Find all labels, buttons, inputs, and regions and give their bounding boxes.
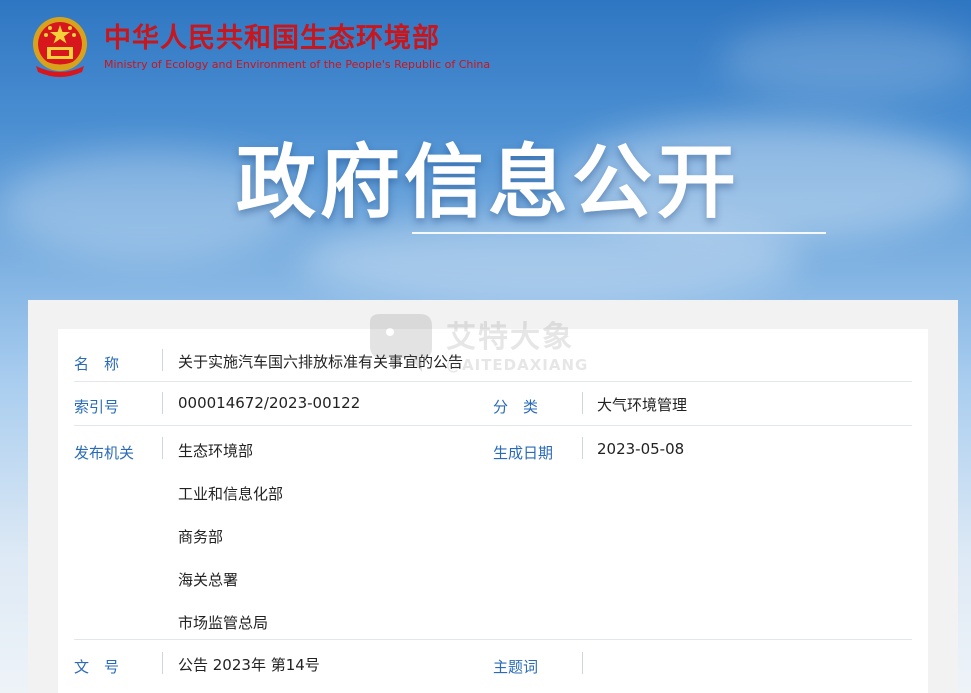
national-emblem-icon[interactable]	[28, 14, 92, 80]
label-name: 名 称	[74, 355, 120, 373]
org-name-cn[interactable]: 中华人民共和国生态环境部	[104, 22, 490, 56]
issuer-list: 生态环境部 工业和信息化部 商务部 海关总署 市场监管总局	[178, 440, 283, 655]
label-issuer: 发布机关	[74, 444, 135, 462]
issuer-item: 商务部	[178, 528, 224, 546]
divider	[162, 392, 163, 414]
divider	[162, 437, 163, 459]
issuer-item: 生态环境部	[178, 442, 254, 460]
divider	[162, 652, 163, 674]
row-index: 索引号 000014672/2023-00122 分 类 大气环境管理	[74, 382, 912, 426]
elephant-logo-icon	[370, 314, 432, 372]
row-issuer: 发布机关 生态环境部 工业和信息化部 商务部 海关总署 市场监管总局 生成日期 …	[74, 426, 912, 640]
value-index: 000014672/2023-00122	[178, 394, 361, 412]
watermark-text-en: @AITEDAXIANG	[446, 356, 589, 374]
divider	[582, 652, 583, 674]
page-title: 政府信息公开	[236, 136, 740, 229]
label-date: 生成日期	[493, 444, 554, 462]
title-underline	[412, 232, 826, 234]
divider	[582, 437, 583, 459]
label-keywords: 主题词	[493, 658, 539, 676]
divider	[582, 392, 583, 414]
label-category: 分 类	[493, 398, 539, 416]
value-date: 2023-05-08	[597, 440, 685, 458]
watermark-text-cn: 艾特大象	[446, 320, 574, 355]
info-panel: 名 称 关于实施汽车国六排放标准有关事宜的公告 索引号 000014672/20…	[58, 329, 928, 693]
value-category: 大气环境管理	[597, 396, 688, 414]
issuer-item: 海关总署	[178, 571, 239, 589]
org-name-en: Ministry of Ecology and Environment of t…	[104, 58, 491, 71]
row-doc-number: 文 号 公告 2023年 第14号 主题词	[74, 640, 912, 690]
watermark: 艾特大象 @AITEDAXIANG	[364, 312, 588, 374]
divider	[162, 349, 163, 371]
label-doc-number: 文 号	[74, 658, 120, 676]
issuer-item: 工业和信息化部	[178, 485, 284, 503]
site-header: 中华人民共和国生态环境部 Ministry of Ecology and Env…	[28, 14, 490, 80]
value-doc-number: 公告 2023年 第14号	[178, 656, 320, 674]
label-index: 索引号	[74, 398, 120, 416]
